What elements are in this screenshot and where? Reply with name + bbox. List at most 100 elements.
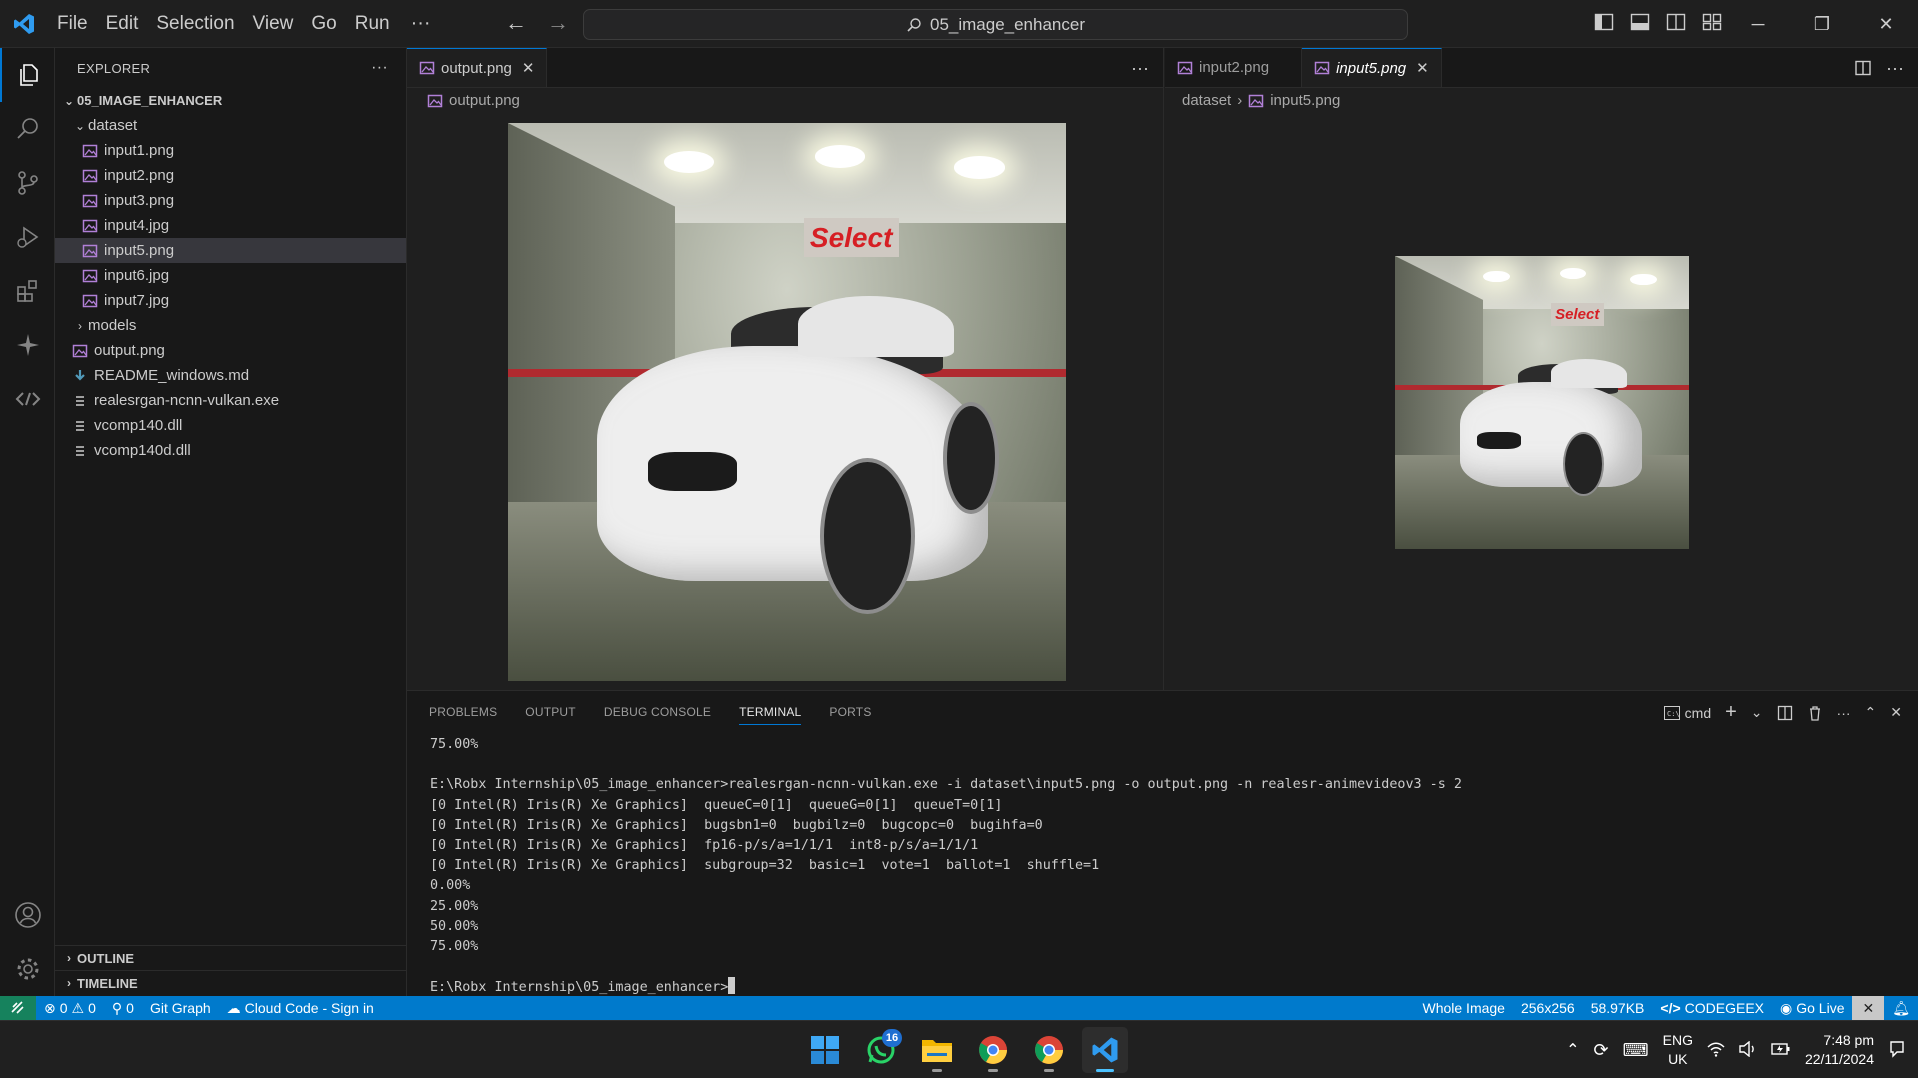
minimize-icon[interactable]: ─ [1726, 0, 1790, 48]
clock[interactable]: 7:48 pm 22/11/2024 [1805, 1031, 1874, 1069]
outline-section[interactable]: › OUTLINE [55, 945, 407, 970]
toggle-primary-sidebar-icon[interactable] [1594, 12, 1614, 32]
battery-charging-icon[interactable] [1771, 1042, 1791, 1059]
breadcrumb-item[interactable]: input5.png [1270, 92, 1340, 109]
extensions-icon[interactable] [0, 264, 55, 318]
image-file-icon [427, 94, 443, 107]
workspace-root[interactable]: ⌄ 05_IMAGE_ENHANCER [55, 88, 406, 113]
tab-input5-png[interactable]: input5.png ✕ [1302, 48, 1442, 87]
timeline-section[interactable]: › TIMELINE [55, 970, 407, 995]
start-windows-icon[interactable] [802, 1027, 848, 1073]
search-icon[interactable] [0, 102, 55, 156]
tree-folder-dataset[interactable]: ⌄ dataset [55, 113, 406, 138]
tree-file-readme[interactable]: README_windows.md [55, 363, 406, 388]
sparkle-ai-icon[interactable] [0, 318, 55, 372]
split-editor-icon[interactable] [1854, 59, 1872, 77]
tree-file-input2[interactable]: input2.png [55, 163, 406, 188]
breadcrumb-item[interactable]: dataset [1182, 92, 1231, 109]
maximize-panel-icon[interactable]: ⌃ [1865, 704, 1877, 721]
more-actions-icon[interactable]: ··· [1837, 705, 1851, 721]
sync-icon[interactable]: ⟳ [1594, 1040, 1609, 1061]
tab-output-png[interactable]: output.png ✕ [407, 48, 548, 87]
wifi-icon[interactable] [1707, 1041, 1725, 1060]
running-indicator [932, 1069, 942, 1072]
tree-file-output[interactable]: output.png [55, 338, 406, 363]
breadcrumb-item[interactable]: output.png [449, 92, 520, 109]
remote-indicator-icon[interactable] [0, 996, 36, 1020]
tree-file-input3[interactable]: input3.png [55, 188, 406, 213]
more-actions-icon[interactable]: ··· [1886, 58, 1904, 79]
close-tab-icon[interactable]: ✕ [522, 59, 535, 77]
menu-run[interactable]: Run [346, 0, 399, 48]
tree-file-input5[interactable]: input5.png [55, 238, 406, 263]
tab-input2-png[interactable]: input2.png [1165, 48, 1303, 87]
zoom-mode-button[interactable]: Whole Image [1414, 1000, 1512, 1016]
chevron-down-icon: ⌄ [63, 93, 75, 108]
customize-layout-icon[interactable] [1702, 12, 1722, 32]
go-live-button[interactable]: ◉ Go Live [1772, 1000, 1852, 1017]
more-actions-icon[interactable]: ··· [1131, 58, 1149, 79]
notification-center-icon[interactable] [1888, 1040, 1906, 1061]
panel-tab-problems[interactable]: PROBLEMS [429, 705, 497, 725]
whatsapp-icon[interactable]: 16 [858, 1027, 904, 1073]
panel-tab-output[interactable]: OUTPUT [525, 705, 576, 725]
menu-view[interactable]: View [244, 0, 303, 48]
tree-file-exe[interactable]: realesrgan-ncnn-vulkan.exe [55, 388, 406, 413]
ports-status[interactable]: ⚲ 0 [104, 1000, 142, 1017]
codegeex-button[interactable]: </> CODEGEEX [1652, 1000, 1772, 1016]
language-code: ENG [1662, 1032, 1693, 1048]
menu-go[interactable]: Go [302, 0, 345, 48]
close-tab-icon[interactable]: ✕ [1416, 59, 1429, 77]
terminal-shell-selector[interactable]: C:\ cmd [1663, 705, 1711, 721]
vscode-taskbar-icon[interactable] [1082, 1027, 1128, 1073]
file-explorer-icon[interactable] [914, 1027, 960, 1073]
explorer-icon[interactable] [0, 48, 55, 102]
settings-gear-icon[interactable] [0, 942, 55, 996]
panel-tab-ports[interactable]: PORTS [829, 705, 871, 725]
remote-code-icon[interactable] [0, 372, 55, 426]
panel-tab-debug-console[interactable]: DEBUG CONSOLE [604, 705, 711, 725]
trash-icon[interactable] [1807, 705, 1823, 721]
explorer-more-button[interactable]: ··· [371, 59, 388, 77]
notifications-bell-icon[interactable]: 🔔︎ [1884, 1000, 1918, 1017]
volume-icon[interactable] [1739, 1040, 1757, 1060]
split-terminal-icon[interactable] [1777, 705, 1793, 721]
git-graph-button[interactable]: Git Graph [142, 1000, 219, 1016]
close-window-icon[interactable]: ✕ [1854, 0, 1918, 48]
menu-selection[interactable]: Selection [147, 0, 243, 48]
tree-file-input1[interactable]: input1.png [55, 138, 406, 163]
tree-folder-models[interactable]: › models [55, 313, 406, 338]
copilot-disabled-icon[interactable]: ✕ [1852, 996, 1885, 1020]
run-debug-icon[interactable] [0, 210, 55, 264]
restore-icon[interactable]: ❐ [1790, 0, 1854, 48]
tree-file-input4[interactable]: input4.jpg [55, 213, 406, 238]
editor-actions: ··· [1131, 48, 1149, 88]
tree-file-vcomp140d[interactable]: vcomp140d.dll [55, 438, 406, 463]
back-arrow-icon[interactable]: ← [505, 12, 529, 36]
chevron-down-icon[interactable]: ⌄ [1751, 704, 1763, 721]
chrome-icon[interactable] [970, 1027, 1016, 1073]
toggle-secondary-sidebar-icon[interactable] [1666, 12, 1686, 32]
keyboard-icon[interactable]: ⌨ [1623, 1040, 1649, 1061]
tree-file-vcomp140[interactable]: vcomp140.dll [55, 413, 406, 438]
show-hidden-icons-chevron-icon[interactable]: ⌃ [1566, 1040, 1579, 1060]
tree-file-input6[interactable]: input6.jpg [55, 263, 406, 288]
problems-status[interactable]: ⊗ 0 ⚠ 0 [36, 1000, 104, 1017]
new-terminal-icon[interactable]: + [1725, 701, 1737, 724]
menu-edit[interactable]: Edit [97, 0, 148, 48]
source-control-icon[interactable] [0, 156, 55, 210]
toggle-panel-icon[interactable] [1630, 12, 1650, 32]
menu-more-button[interactable]: ··· [399, 12, 443, 35]
panel-tab-terminal[interactable]: TERMINAL [739, 705, 802, 725]
accounts-icon[interactable] [0, 888, 55, 942]
menu-file[interactable]: File [48, 0, 97, 48]
input-language[interactable]: ENG UK [1663, 1031, 1693, 1069]
chrome-profile-icon[interactable] [1026, 1027, 1072, 1073]
tab-bar: input2.png input5.png ✕ ··· [1165, 48, 1918, 88]
command-center-search[interactable]: 05_image_enhancer [583, 9, 1408, 40]
tree-file-input7[interactable]: input7.jpg [55, 288, 406, 313]
close-panel-icon[interactable]: ✕ [1890, 704, 1902, 721]
cloud-code-button[interactable]: ☁ Cloud Code - Sign in [219, 1000, 382, 1017]
terminal-output[interactable]: 75.00% E:\Robx Internship\05_image_enhan… [430, 735, 1462, 999]
forward-arrow-icon[interactable]: → [547, 12, 571, 36]
